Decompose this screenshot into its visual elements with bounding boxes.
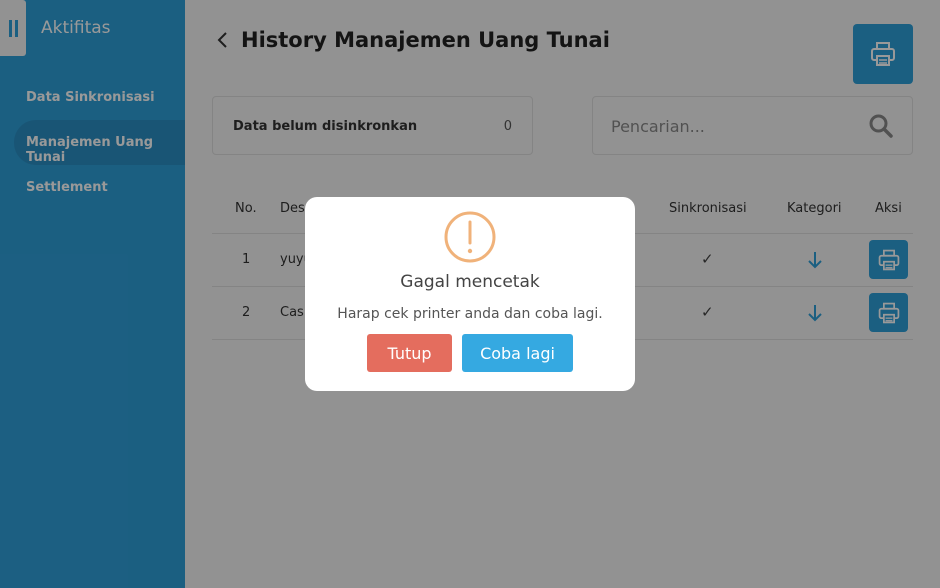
close-button[interactable]: Tutup: [367, 334, 452, 372]
warning-icon: [444, 211, 496, 263]
print-error-dialog: Gagal mencetak Harap cek printer anda da…: [305, 197, 635, 391]
retry-button[interactable]: Coba lagi: [462, 334, 573, 372]
dialog-message: Harap cek printer anda dan coba lagi.: [337, 306, 603, 322]
dialog-title: Gagal mencetak: [400, 272, 540, 292]
